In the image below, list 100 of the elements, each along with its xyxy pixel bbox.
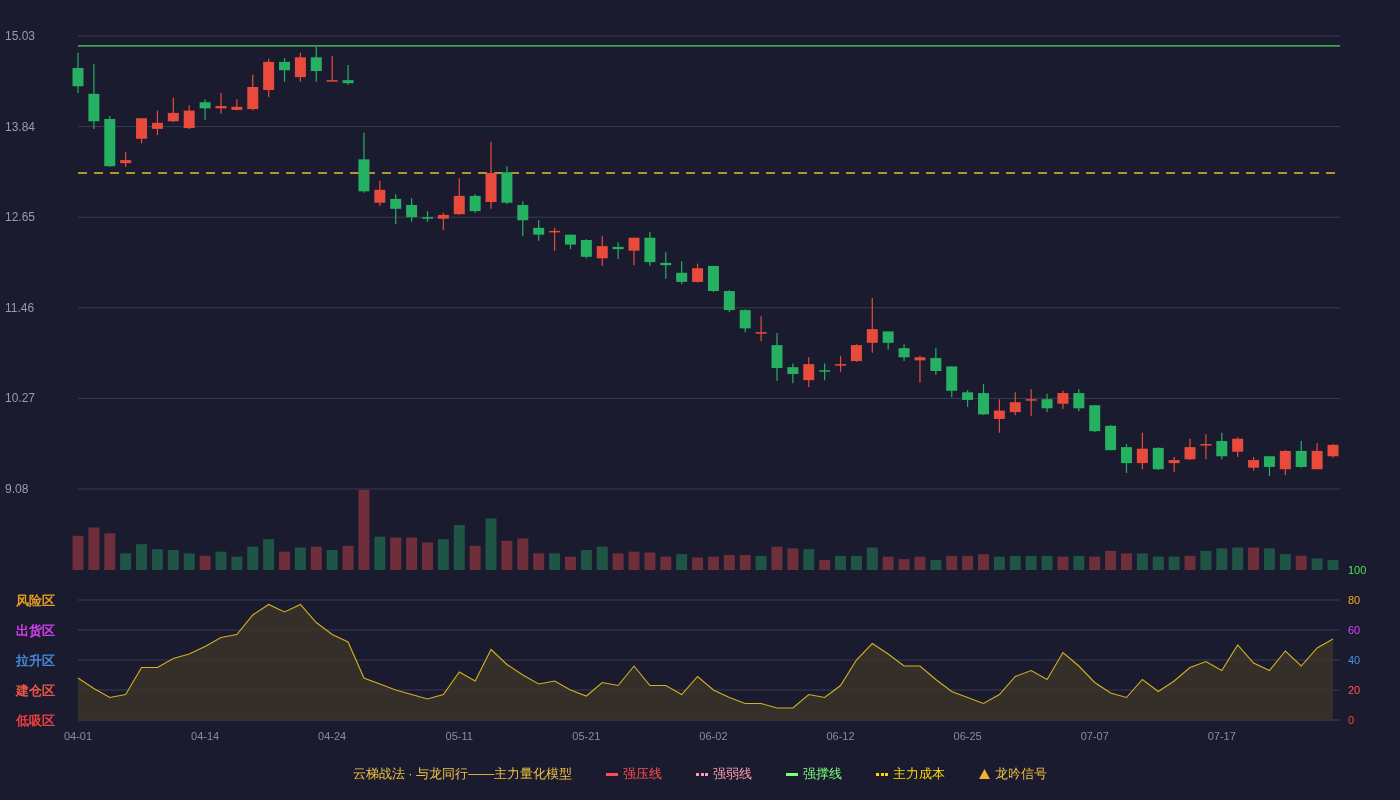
candlestick <box>1073 388 1085 412</box>
axis-tick-label: 07-07 <box>1080 730 1109 742</box>
candlestick <box>501 165 513 205</box>
candlestick <box>167 97 179 123</box>
candlestick <box>1121 443 1132 474</box>
candlestick <box>628 237 640 266</box>
axis-tick-label: 80 <box>1348 594 1361 606</box>
candlestick <box>882 330 894 351</box>
candlestick <box>978 383 989 416</box>
candlestick <box>88 63 100 130</box>
candlestick <box>580 238 592 259</box>
axis-tick-label: 20 <box>1348 684 1361 696</box>
candlestick <box>549 227 561 252</box>
candlestick <box>1089 404 1101 433</box>
candlestick <box>1311 442 1323 470</box>
triangle-icon <box>979 769 991 779</box>
candlestick <box>676 260 688 285</box>
candlestick <box>723 289 735 313</box>
candlestick <box>1232 436 1244 458</box>
axis-tick-label: 15.03 <box>5 29 36 43</box>
candlestick <box>1200 433 1212 460</box>
axis-tick-label: 06-25 <box>953 730 982 742</box>
axis-tick-label: 04-14 <box>191 730 220 742</box>
candlestick <box>469 193 481 214</box>
candlestick <box>707 265 719 293</box>
zone-label: 出货区 <box>16 623 55 638</box>
candlestick <box>1327 443 1339 459</box>
candlestick <box>866 297 878 354</box>
zone-label: 风险区 <box>16 593 55 608</box>
candlestick <box>850 343 862 363</box>
candlestick <box>1025 388 1037 417</box>
candlestick <box>437 212 449 231</box>
candlestick <box>1136 432 1148 470</box>
candlestick <box>660 251 672 280</box>
candlestick <box>612 241 624 260</box>
candlestick <box>739 308 751 333</box>
candlestick <box>279 57 290 83</box>
candlestick <box>1216 432 1228 460</box>
candlestick <box>104 115 116 168</box>
candlestick <box>374 180 386 207</box>
candlestick <box>1263 455 1275 477</box>
candlestick <box>787 362 799 384</box>
axis-tick-label: 04-01 <box>63 730 93 742</box>
axis-tick-label: 13.84 <box>5 119 36 134</box>
candlestick <box>72 52 84 94</box>
candlestick <box>803 356 815 388</box>
axis-tick-label: 100 <box>1348 564 1367 576</box>
axis-tick-label: 10.27 <box>5 391 36 406</box>
candlestick <box>422 210 433 223</box>
candlestick <box>485 141 497 210</box>
candlestick <box>914 355 926 383</box>
candlestick <box>406 197 418 223</box>
candlestick <box>151 110 163 136</box>
candlestick <box>215 92 227 115</box>
candlestick <box>1057 390 1069 410</box>
axis-tick-label: 9.08 <box>5 482 29 496</box>
candlestick <box>120 151 132 168</box>
axis-tick-label: 0 <box>1348 714 1355 726</box>
candlestick <box>930 347 942 376</box>
candlestick <box>692 263 704 284</box>
legend-label: 强压线 <box>623 765 663 784</box>
axis-tick-label: 60 <box>1348 624 1361 636</box>
axis-tick-label: 40 <box>1348 654 1361 666</box>
candlestick <box>342 64 354 86</box>
candlestick <box>358 132 370 194</box>
candlestick <box>644 231 656 267</box>
zone-label: 建仓区 <box>16 683 55 698</box>
candlestick <box>231 98 243 112</box>
axis-tick-label: 04-24 <box>318 730 347 742</box>
candlestick <box>1248 456 1260 472</box>
candlestick <box>183 104 195 130</box>
candlestick <box>564 234 576 250</box>
candlestick <box>1041 393 1053 413</box>
legend-title: 云梯战法 · 与龙同行——主力量化模型 <box>352 765 573 784</box>
candlestick <box>1009 391 1021 416</box>
candlestick <box>199 98 211 121</box>
candlestick <box>1105 424 1117 451</box>
candlestick <box>453 177 465 216</box>
axis-tick-label: 12.65 <box>5 210 36 225</box>
axis-tick-label: 05-21 <box>572 730 601 742</box>
axis-tick-label: 06-02 <box>699 730 728 742</box>
candlestick <box>136 117 148 144</box>
candlestick <box>326 55 338 82</box>
candlestick <box>993 398 1005 434</box>
candlestick <box>1184 438 1196 461</box>
candlestick <box>390 193 402 225</box>
legend-label: 强撑线 <box>803 765 843 784</box>
legend-label: 强弱线 <box>713 765 753 784</box>
axis-tick-label: 07-17 <box>1207 730 1236 742</box>
candlestick <box>755 315 767 342</box>
candlestick <box>835 355 847 373</box>
candlestick <box>819 362 831 381</box>
candlestick <box>533 219 545 242</box>
candlestick <box>1279 449 1291 476</box>
candlestick <box>263 58 275 98</box>
axis-tick-label: 06-12 <box>826 730 855 742</box>
candlestick <box>310 46 322 83</box>
axis-tick-label: 05-11 <box>445 730 473 742</box>
legend-label: 龙吟信号 <box>995 765 1048 784</box>
candlestick <box>771 332 783 382</box>
